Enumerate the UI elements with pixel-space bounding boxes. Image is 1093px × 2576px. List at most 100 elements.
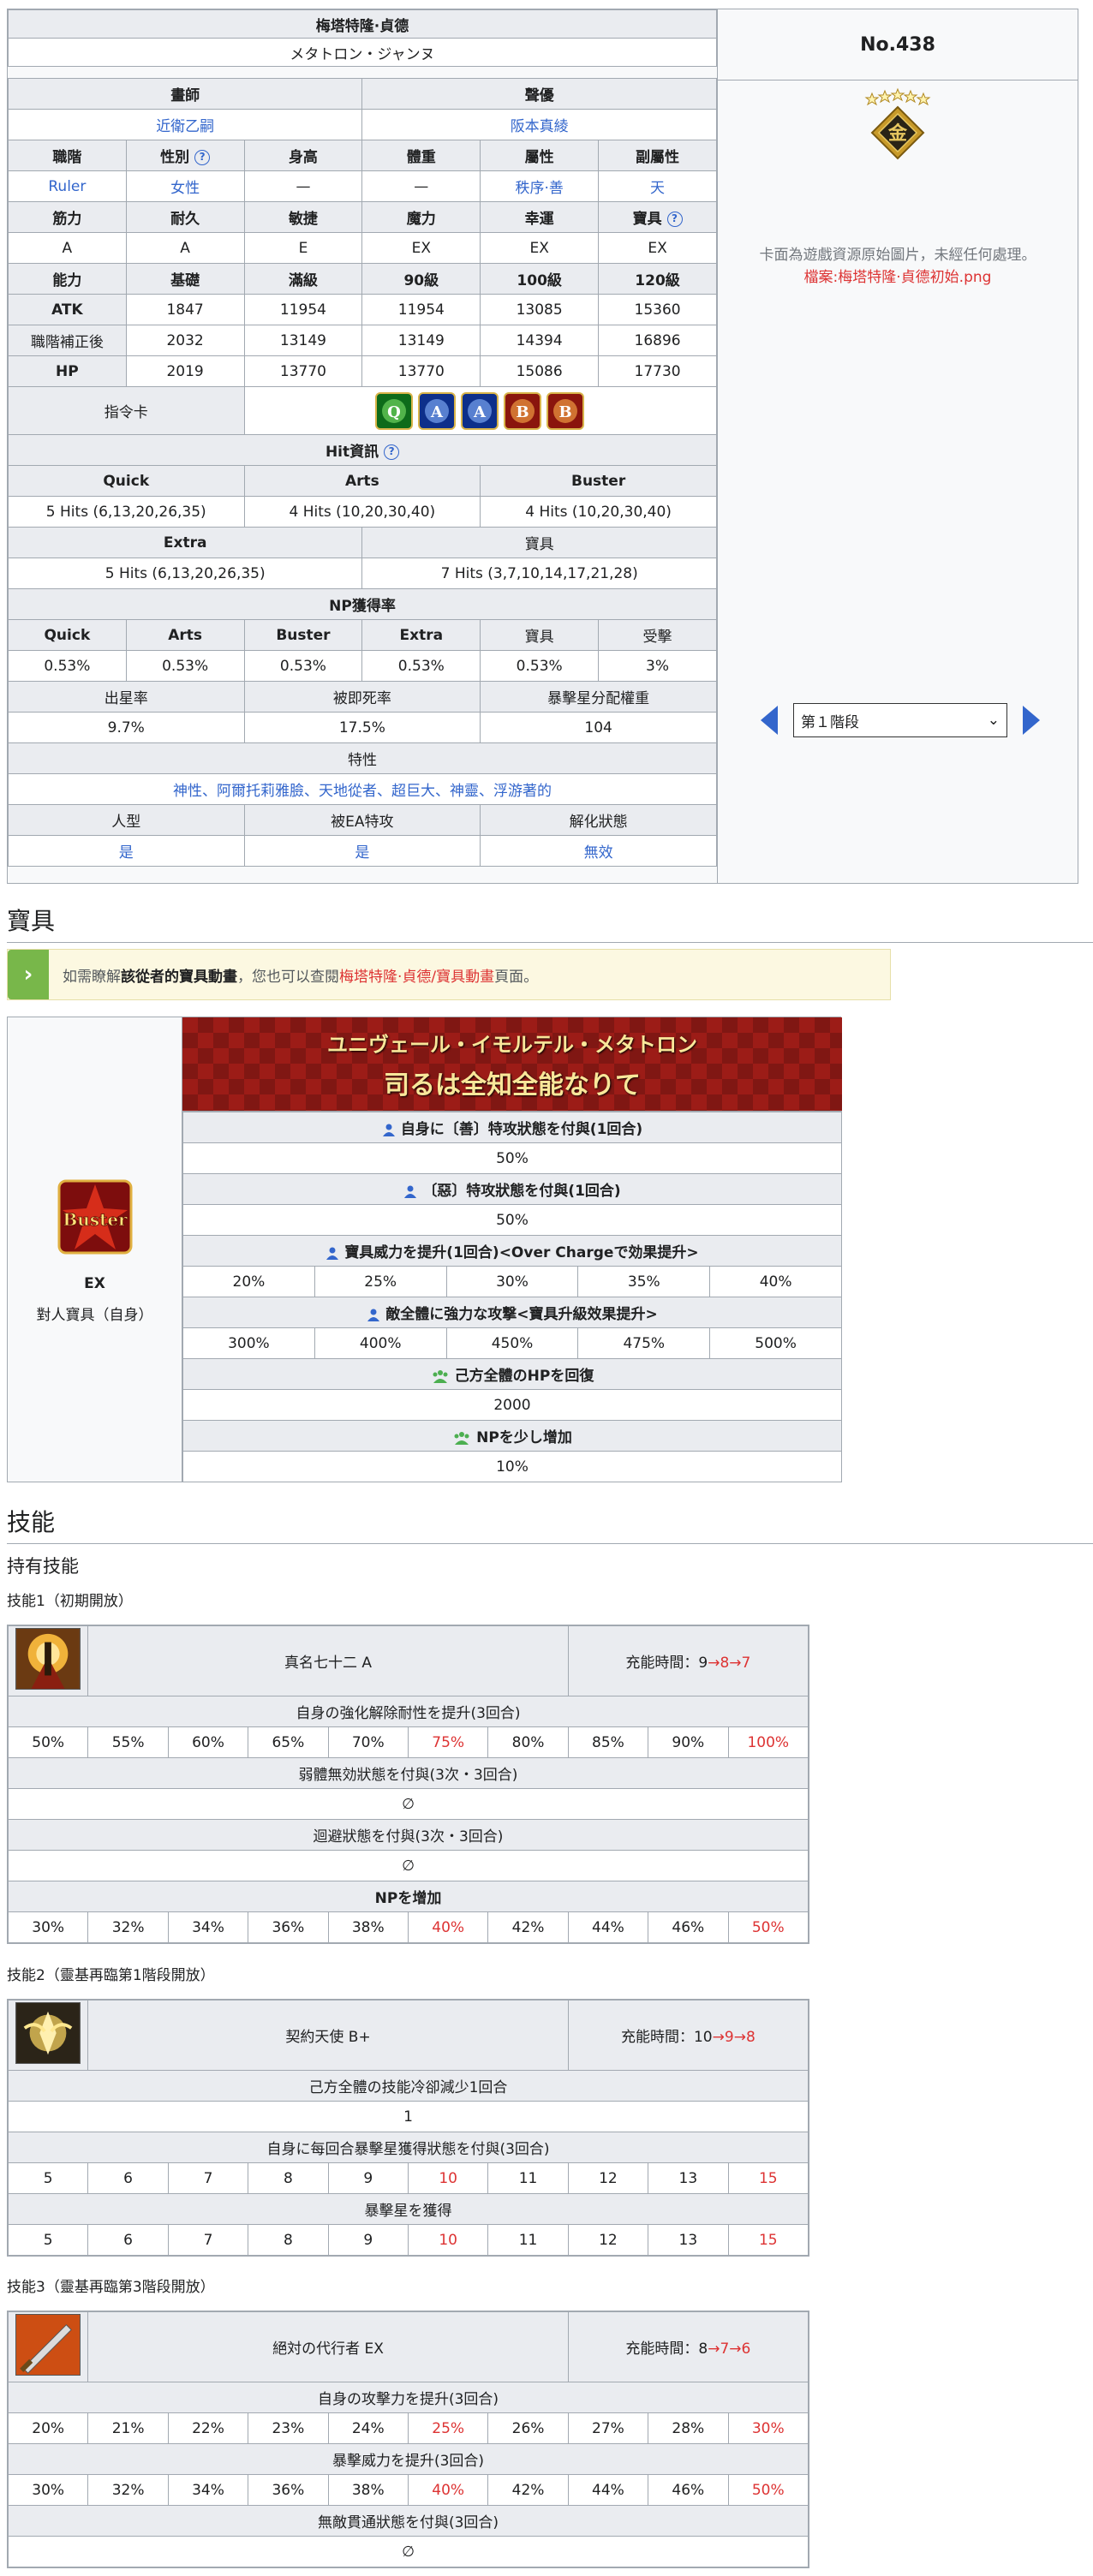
np-param-label: 寶具 ? (598, 201, 717, 233)
star-value: 9.7% (8, 712, 245, 743)
corrected-value: 16896 (598, 325, 717, 356)
skill-level-value: 5 (7, 2162, 89, 2194)
attribute-link[interactable]: 天 (598, 170, 717, 202)
np-effect-value: 30% (445, 1266, 579, 1297)
chevron-right-icon: › (8, 950, 49, 999)
skill-icon-cell (7, 1625, 89, 1696)
param-value: EX (480, 232, 600, 264)
weight-value: — (361, 170, 481, 202)
cv-label: 聲優 (361, 78, 717, 110)
skill-2-table: 契約天使 B+ 充能時間：10→9→8 己方全體の技能冷卻減少1回合 1 自身に… (7, 1999, 809, 2257)
np-gain-label: 受擊 (598, 619, 717, 651)
corrected-value: 13149 (243, 325, 363, 356)
class-label: 職階 (8, 140, 127, 171)
skill-2-title: 技能2（靈基再臨第1階段開放） (7, 1967, 215, 1984)
prev-stage-arrow-icon[interactable] (761, 706, 778, 735)
skill-1-cooldown: 充能時間：9→8→7 (567, 1625, 809, 1696)
np-gain-label: 寶具 (480, 619, 600, 651)
corrected-value: 13149 (361, 325, 481, 356)
np-effects: 自身に〔善〕特攻狀態を付與(1回合) 50% 〔惡〕特攻狀態を付與(1回合) 5… (182, 1112, 842, 1482)
hit-label: Quick (8, 465, 245, 497)
np-effect-value: 20% (182, 1266, 315, 1297)
alignment-link[interactable]: 秩序·善 (480, 170, 600, 202)
skill-level-value: 44% (567, 2474, 649, 2506)
command-cards: QAABB (243, 386, 717, 435)
skill-level-value: 44% (567, 1911, 649, 1943)
skill-level-value: 70% (327, 1726, 409, 1758)
svg-text:A: A (473, 403, 487, 421)
alignment-label: 屬性 (480, 140, 600, 171)
np-effect-value: 35% (577, 1266, 711, 1297)
party-target-icon (433, 1370, 448, 1383)
param-label: 耐久 (125, 201, 245, 233)
param-value: EX (598, 232, 717, 264)
self-target-icon (382, 1124, 395, 1136)
skill-level-value: 9 (327, 2162, 409, 2194)
np-animation-link[interactable]: 梅塔特隆·貞德/寶具動畫 (339, 969, 494, 986)
skill-level-value: 36% (248, 1911, 329, 1943)
traits-links[interactable]: 神性、阿爾托莉雅臉、天地從者、超巨大、神靈、浮游著的 (8, 773, 717, 805)
np-gain-value: 0.53% (480, 650, 600, 682)
param-label: 魔力 (361, 201, 481, 233)
ea-value[interactable]: 是 (243, 835, 481, 867)
skill-level-value: 46% (648, 2474, 729, 2506)
skill-level-value: 13 (648, 2162, 729, 2194)
hit-info-header: Hit資訊 ? (8, 434, 717, 466)
help-icon[interactable]: ? (194, 150, 211, 165)
svg-text:B: B (558, 403, 571, 421)
star-value: 17.5% (243, 712, 481, 743)
hp-value: 2019 (125, 355, 245, 387)
np-effect-value: 450% (445, 1327, 579, 1359)
gender-link[interactable]: 女性 (125, 170, 245, 202)
skill-level-value: 60% (167, 1726, 249, 1758)
skill-1-icon (15, 1628, 81, 1690)
star-label: 被即死率 (243, 681, 481, 713)
atk-value: 13085 (480, 294, 600, 325)
skill-2-cooldown: 充能時間：10→9→8 (567, 2000, 809, 2071)
np-gain-label: Extra (361, 619, 481, 651)
skill-level-value: 38% (327, 1911, 409, 1943)
np-effect-value: 300% (182, 1327, 315, 1359)
skill-level-value: 38% (327, 2474, 409, 2506)
cv-link[interactable]: 阪本真綾 (361, 109, 717, 140)
file-link[interactable]: 檔案:梅塔特隆·貞德初始.png (718, 265, 1078, 286)
skill-level-value: 6 (87, 2162, 169, 2194)
attribute-label: 副屬性 (598, 140, 717, 171)
humanoid-value[interactable]: 是 (8, 835, 245, 867)
skill-effect-label: 自身の攻擊力を提升(3回合) (8, 2382, 809, 2413)
skill-1-name: 真名七十二 A (87, 1625, 569, 1696)
stage-select[interactable]: 第１階段 ⌄ (793, 703, 1007, 737)
skill-level-value: 42% (487, 2474, 569, 2506)
name-ja: メタトロン・ジャンヌ (8, 38, 717, 67)
dissolve-value[interactable]: 無效 (480, 835, 717, 867)
skill-level-value: 8 (248, 2162, 329, 2194)
class-link[interactable]: Ruler (8, 170, 127, 202)
skill-effect-value: ∅ (8, 1788, 809, 1820)
hp-value: 15086 (480, 355, 600, 387)
skill-effect-label: 自身の強化解除耐性を提升(3回合) (8, 1696, 809, 1727)
np-effect-value: 500% (709, 1327, 842, 1359)
skill-effect-label: 弱體無効狀態を付與(3次・3回合) (8, 1757, 809, 1789)
next-stage-arrow-icon[interactable] (1023, 706, 1040, 735)
help-icon[interactable]: ? (384, 444, 400, 460)
skill-level-value: 9 (327, 2224, 409, 2256)
corrected-value: 2032 (125, 325, 245, 356)
help-icon[interactable]: ? (666, 212, 683, 227)
param-label: 敏捷 (243, 201, 363, 233)
skill-1-table: 真名七十二 A 充能時間：9→8→7 自身の強化解除耐性を提升(3回合) 50%… (7, 1625, 809, 1944)
skill-level-value: 34% (167, 1911, 249, 1943)
param-label: 幸運 (480, 201, 600, 233)
skill-level-value: 55% (87, 1726, 169, 1758)
np-animation-tip: › 如需瞭解該從者的寶具動畫，您也可以查閱梅塔特隆·貞德/寶具動畫頁面。 (7, 949, 891, 1000)
skill-level-value: 30% (727, 2412, 809, 2444)
illustrator-link[interactable]: 近衛乙嗣 (7, 109, 363, 140)
ability-header: 90級 (361, 263, 481, 295)
skill-level-value: 5 (7, 2224, 89, 2256)
svg-text:B: B (516, 403, 529, 421)
skill-level-value: 40% (407, 2474, 489, 2506)
skill-effect-label: 無敵貫通狀態を付與(3回合) (8, 2505, 809, 2537)
np-gain-header: NP獲得率 (8, 588, 717, 620)
rarity-gold-emblem: 金 (864, 87, 931, 160)
np-effect-value: 475% (577, 1327, 711, 1359)
skill-effect-label: NPを增加 (8, 1881, 809, 1912)
